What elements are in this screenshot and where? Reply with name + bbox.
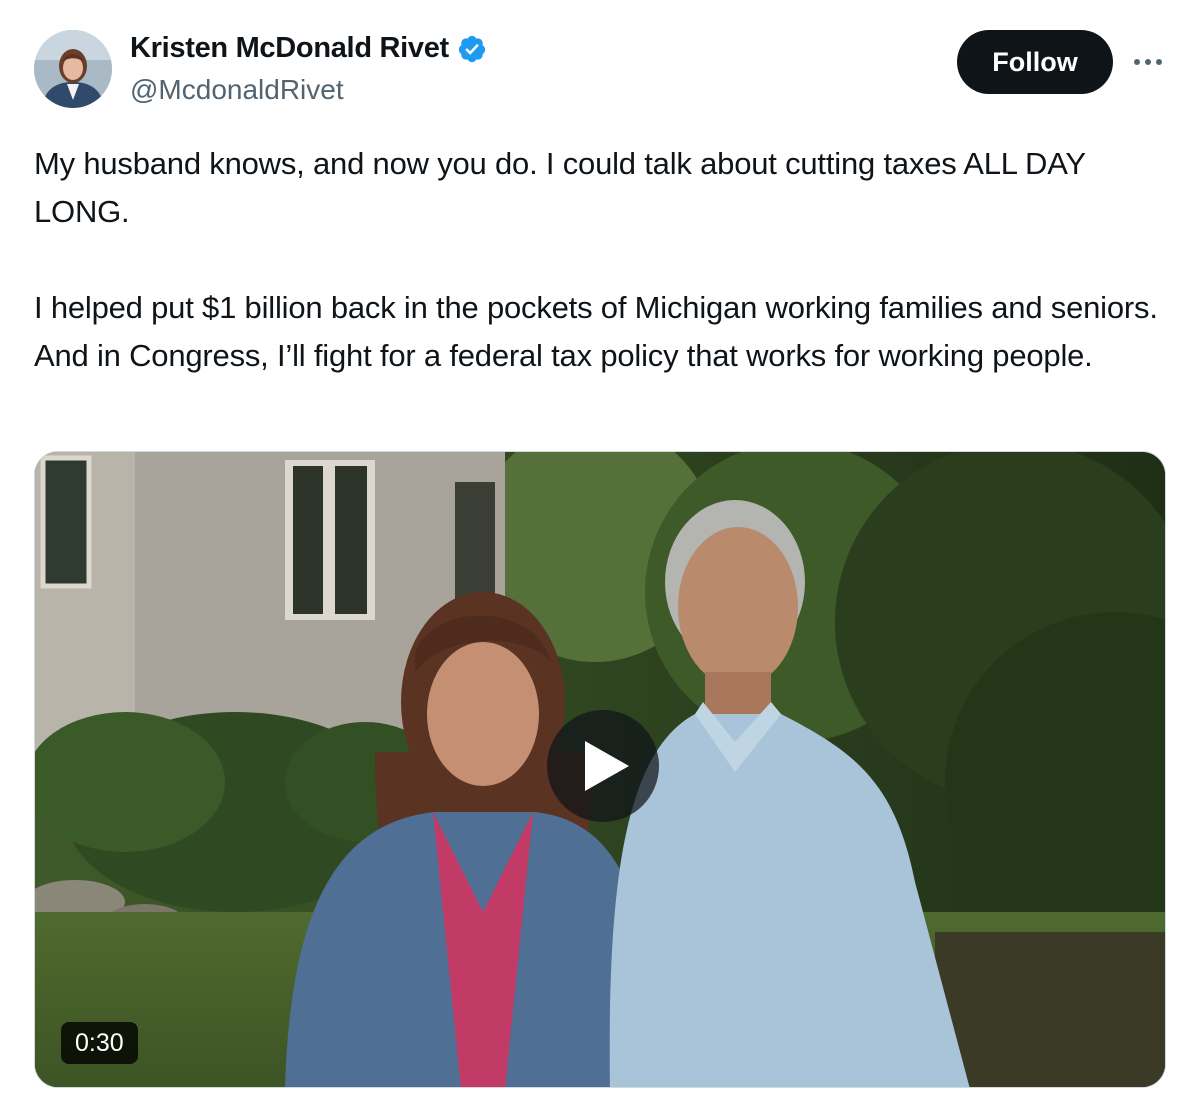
- verified-badge-icon[interactable]: [457, 34, 487, 64]
- author-name-row: Kristen McDonald Rivet: [130, 32, 487, 65]
- play-button[interactable]: [547, 710, 659, 822]
- tweet-paragraph: I helped put $1 billion back in the pock…: [34, 290, 1158, 373]
- avatar[interactable]: [34, 30, 112, 108]
- video-player[interactable]: 0:30: [34, 451, 1166, 1088]
- author-handle[interactable]: @McdonaldRivet: [130, 74, 344, 106]
- tweet-text: My husband knows, and now you do. I coul…: [34, 140, 1174, 380]
- play-icon: [585, 741, 629, 791]
- dot: [1134, 59, 1140, 65]
- more-options-icon[interactable]: [1128, 46, 1168, 78]
- follow-button[interactable]: Follow: [957, 30, 1113, 94]
- author-display-name[interactable]: Kristen McDonald Rivet: [130, 32, 449, 65]
- video-duration-badge: 0:30: [61, 1022, 138, 1064]
- dot: [1156, 59, 1162, 65]
- dot: [1145, 59, 1151, 65]
- tweet-paragraph: My husband knows, and now you do. I coul…: [34, 146, 1086, 229]
- tweet-card: Kristen McDonald Rivet @McdonaldRivet Fo…: [0, 0, 1200, 1100]
